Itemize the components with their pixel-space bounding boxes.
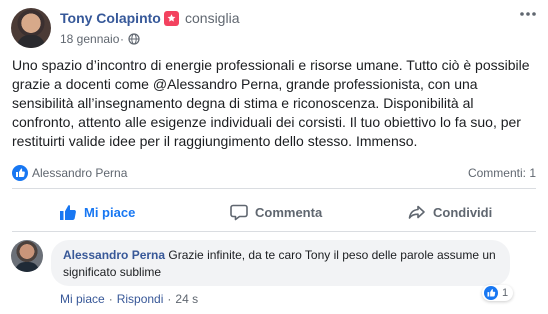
post-text-line: Uno spazio d’incontro di energie profess…: [12, 57, 530, 73]
comment-author-name[interactable]: Alessandro Perna: [63, 248, 165, 262]
share-button[interactable]: Condividi: [407, 194, 492, 230]
share-button-label: Condividi: [433, 204, 493, 220]
divider: [12, 231, 536, 232]
comment-reaction-badge[interactable]: 1: [482, 285, 514, 301]
author-avatar[interactable]: [11, 8, 51, 48]
comment-reply-link[interactable]: Rispondi: [117, 292, 164, 306]
comment-button-label: Commenta: [255, 204, 323, 220]
timestamp-separator: ·: [120, 32, 124, 46]
separator: ·: [108, 292, 113, 306]
post-text-line: restituirti valide idee per il raggiungi…: [12, 133, 418, 149]
like-reaction-icon: [484, 286, 498, 300]
post-text-line: confronto, attento alle esigenze individ…: [12, 114, 521, 130]
post-text-line: grazie a docenti come @Alessandro Perna,…: [12, 76, 478, 92]
like-reaction-icon[interactable]: [12, 165, 28, 181]
share-arrow-icon: [408, 205, 425, 219]
commenter-avatar[interactable]: [11, 240, 43, 272]
post-timestamp[interactable]: 18 gennaio: [60, 32, 119, 46]
separator: ·: [167, 292, 172, 306]
recommendation-post: Tony Colapinto consiglia 18 gennaio · Un…: [0, 0, 548, 314]
like-button-label: Mi piace: [84, 204, 136, 220]
recommend-label: consiglia: [185, 10, 240, 26]
star-flag-icon: [164, 11, 179, 26]
comment-like-link[interactable]: Mi piace: [60, 292, 105, 306]
more-dots-icon[interactable]: [518, 7, 538, 21]
post-text: Uno spazio d’incontro di energie profess…: [12, 56, 536, 151]
comment-button[interactable]: Commenta: [229, 194, 322, 230]
comment-timestamp[interactable]: 24 s: [175, 292, 198, 306]
comment-like-count: 1: [502, 287, 509, 299]
like-button[interactable]: Mi piace: [58, 194, 135, 230]
comment-bubble: Alessandro Perna Grazie infinite, da te …: [51, 240, 510, 286]
post-text-line: sensibilità all’insegnamento degna di st…: [12, 95, 474, 111]
comment-actions: Mi piace · Rispondi · 24 s: [60, 292, 198, 306]
thumbs-up-icon: [60, 205, 76, 220]
divider: [12, 188, 536, 189]
reactor-name[interactable]: Alessandro Perna: [32, 166, 127, 180]
post-author-name[interactable]: Tony Colapinto: [60, 10, 161, 26]
comment-count[interactable]: Commenti: 1: [468, 166, 536, 180]
globe-icon[interactable]: [128, 33, 140, 45]
comment-bubble-icon: [230, 204, 248, 221]
